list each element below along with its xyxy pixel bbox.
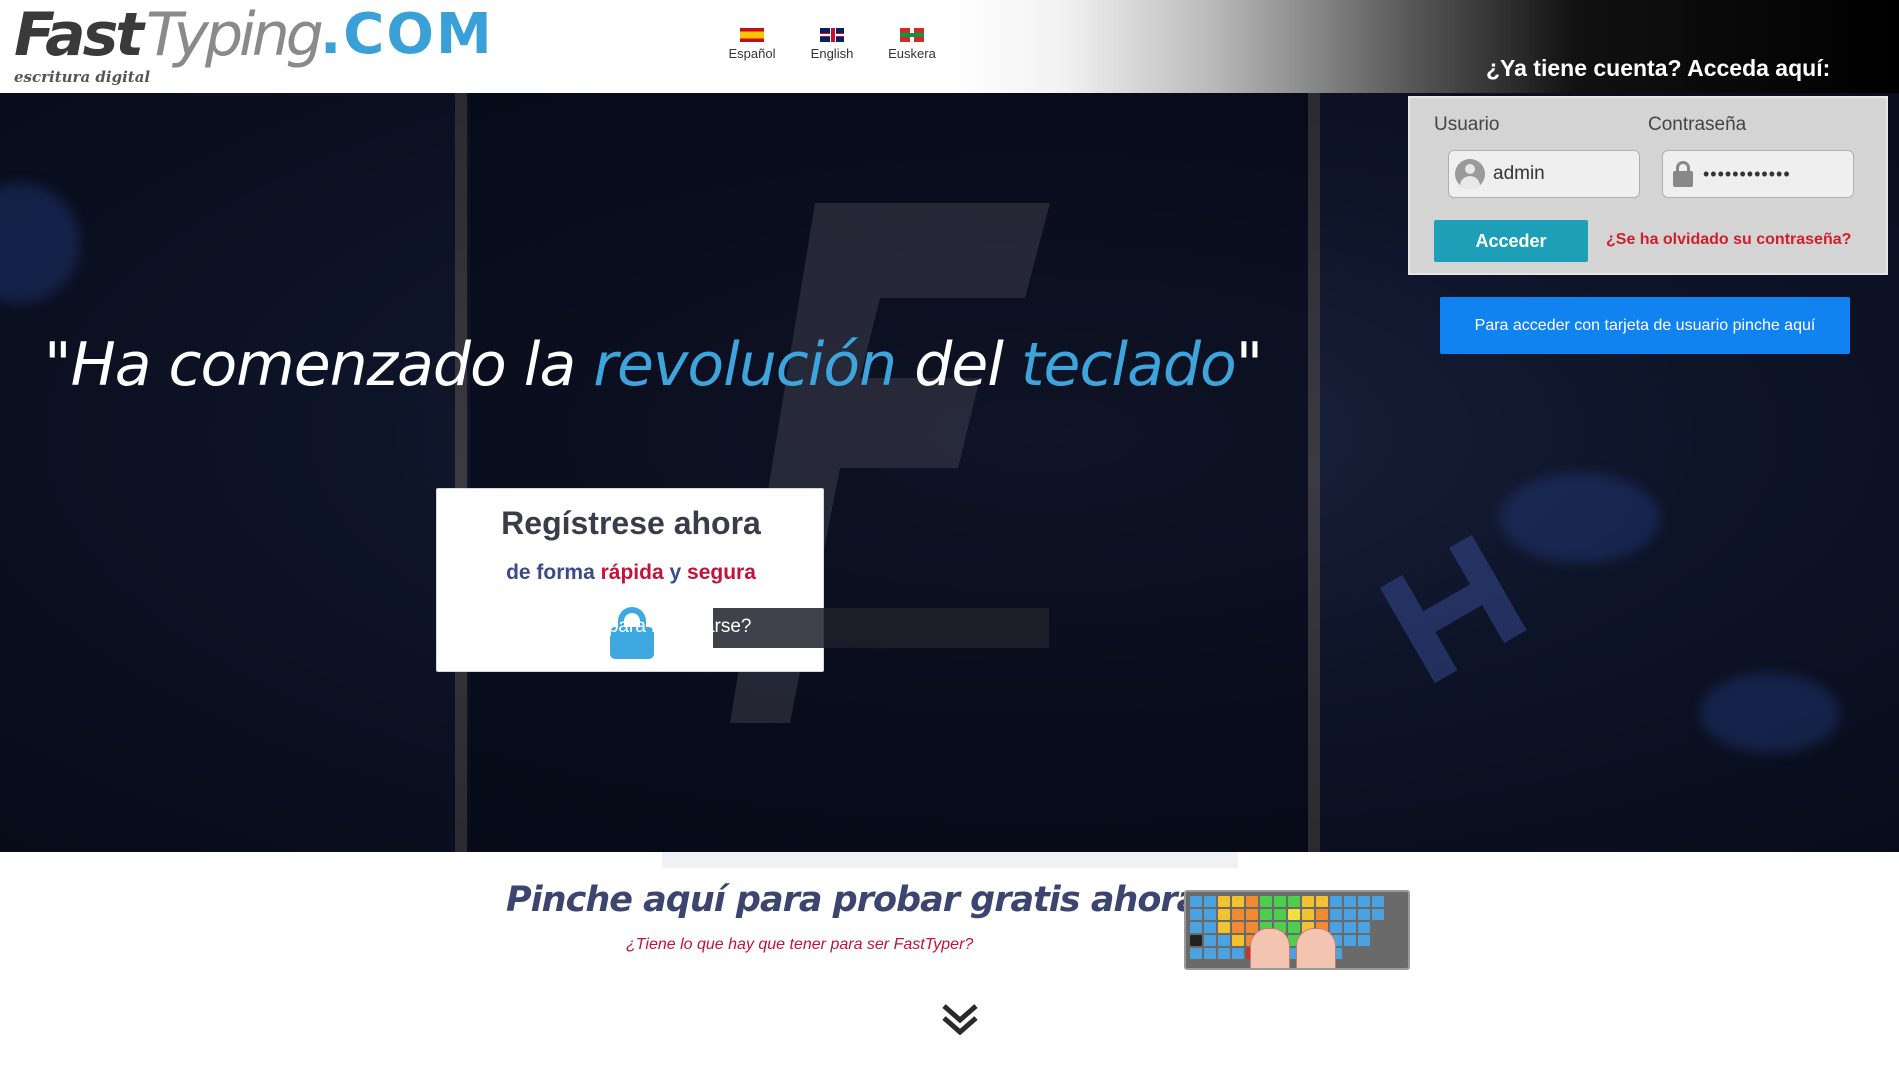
- headline-accent: revolución: [593, 330, 897, 400]
- keyboard-row: [1190, 896, 1384, 908]
- language-label: Euskera: [888, 46, 936, 61]
- hero-headline: "Ha comenzado la revolución del teclado": [44, 330, 1264, 400]
- background-blob: [0, 183, 80, 303]
- language-label: English: [810, 46, 854, 61]
- spain-flag-icon: [740, 28, 764, 42]
- username-field[interactable]: [1448, 150, 1640, 198]
- top-header: Fast Typing .COM escritura digital Españ…: [0, 0, 1899, 93]
- username-input[interactable]: [1493, 163, 1633, 185]
- password-input[interactable]: [1703, 163, 1853, 185]
- headline-text: del: [896, 330, 1021, 400]
- language-label: Español: [728, 46, 776, 61]
- try-free-link[interactable]: Pinche aquí para probar gratis ahora:: [506, 880, 1213, 920]
- forgot-password-link[interactable]: ¿Se ha olvidado su contraseña?: [1606, 231, 1851, 249]
- fasttyping-logo[interactable]: Fast Typing .COM escritura digital: [12, 0, 492, 90]
- user-card-login-button[interactable]: Para acceder con tarjeta de usuario pinc…: [1440, 297, 1850, 354]
- headline-accent: teclado: [1021, 330, 1237, 400]
- left-pillar: [455, 93, 467, 852]
- logo-domain-text: .COM: [320, 2, 494, 67]
- logo-fast-text: Fast: [14, 0, 144, 70]
- register-sub-text: de forma: [506, 561, 601, 584]
- background-blob: [1500, 473, 1660, 563]
- language-espanol[interactable]: Español: [712, 28, 792, 61]
- username-label: Usuario: [1434, 114, 1500, 135]
- scroll-down-chevron-icon[interactable]: [940, 1000, 980, 1040]
- language-euskera[interactable]: Euskera: [872, 28, 952, 61]
- help-bar: [713, 608, 1049, 648]
- register-sub-text: rápida: [600, 561, 664, 584]
- keyboard-row: [1190, 909, 1384, 921]
- left-hand-icon: [1250, 928, 1290, 968]
- register-title: Regístrese ahora: [501, 505, 761, 541]
- register-help-link[interactable]: ¿Necesita ayuda para registrarse?: [460, 616, 751, 638]
- register-sub-text: y: [663, 561, 688, 584]
- uk-flag-icon: [820, 28, 844, 42]
- headline-text: ": [1235, 330, 1264, 400]
- logo-tagline: escritura digital: [14, 68, 151, 86]
- right-hand-icon: [1296, 928, 1336, 968]
- login-panel: Usuario Contraseña Acceder ¿Se ha olvida…: [1408, 96, 1888, 275]
- headline-text: "Ha comenzado la: [44, 330, 594, 400]
- right-pillar: [1308, 93, 1320, 852]
- login-heading: ¿Ya tiene cuenta? Acceda aquí:: [1486, 55, 1831, 81]
- logo-typing-text: Typing: [146, 0, 324, 70]
- user-icon: [1455, 159, 1485, 189]
- try-free-subtitle: ¿Tiene lo que hay que tener para ser Fas…: [626, 936, 974, 953]
- password-field[interactable]: [1662, 150, 1854, 198]
- keyboard-image[interactable]: [1184, 890, 1410, 970]
- login-button[interactable]: Acceder: [1434, 220, 1588, 262]
- password-label: Contraseña: [1648, 114, 1747, 135]
- language-english[interactable]: English: [792, 28, 872, 61]
- register-sub-text: segura: [687, 561, 756, 584]
- section-divider: [662, 852, 1238, 868]
- basque-flag-icon: [900, 28, 924, 42]
- lock-icon: [1673, 161, 1693, 187]
- register-subtitle: de forma rápida y segura: [437, 561, 825, 585]
- background-blob: [1700, 673, 1840, 753]
